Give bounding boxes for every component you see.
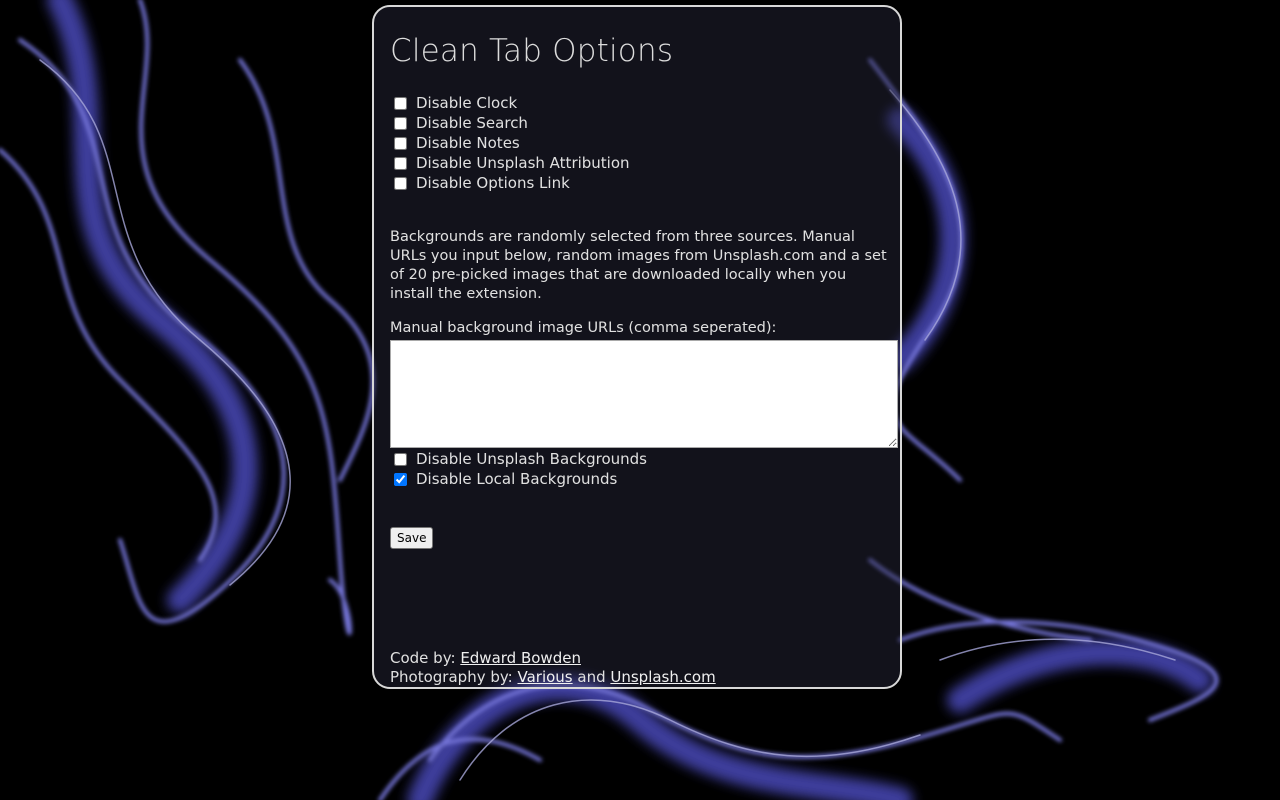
option-label: Disable Unsplash Attribution xyxy=(416,154,630,172)
disable-unsplash-backgrounds-checkbox[interactable] xyxy=(394,452,407,466)
disable-options-link-checkbox[interactable] xyxy=(394,176,407,190)
option-disable-options-link[interactable]: Disable Options Link xyxy=(391,173,570,193)
photo-credit-and: and xyxy=(572,668,611,686)
unsplash-link[interactable]: Unsplash.com xyxy=(610,668,715,686)
option-disable-unsplash-attribution[interactable]: Disable Unsplash Attribution xyxy=(391,153,630,173)
option-disable-clock[interactable]: Disable Clock xyxy=(391,93,517,113)
page-title: Clean Tab Options xyxy=(390,33,674,69)
save-button[interactable]: Save xyxy=(390,527,434,549)
code-credit: Code by: Edward Bowden xyxy=(390,649,581,667)
various-link[interactable]: Various xyxy=(517,668,572,686)
option-label: Disable Notes xyxy=(416,134,520,152)
option-disable-notes[interactable]: Disable Notes xyxy=(391,133,520,153)
option-label: Disable Unsplash Backgrounds xyxy=(416,450,647,468)
backgrounds-description: Backgrounds are randomly selected from t… xyxy=(390,229,887,302)
disable-search-checkbox[interactable] xyxy=(394,116,407,130)
options-panel: Clean Tab Options Disable Clock Disable … xyxy=(372,5,902,689)
option-disable-unsplash-backgrounds[interactable]: Disable Unsplash Backgrounds xyxy=(391,449,647,469)
option-disable-search[interactable]: Disable Search xyxy=(391,113,528,133)
disable-local-backgrounds-checkbox[interactable] xyxy=(394,472,407,486)
manual-urls-textarea[interactable] xyxy=(390,340,898,448)
photo-credit-prefix: Photography by: xyxy=(390,668,518,686)
disable-notes-checkbox[interactable] xyxy=(394,136,407,150)
option-label: Disable Options Link xyxy=(416,174,570,192)
option-disable-local-backgrounds[interactable]: Disable Local Backgrounds xyxy=(391,469,617,489)
option-label: Disable Clock xyxy=(416,94,518,112)
disable-clock-checkbox[interactable] xyxy=(394,96,407,110)
edward-bowden-link[interactable]: Edward Bowden xyxy=(460,649,581,667)
manual-urls-label: Manual background image URLs (comma sepe… xyxy=(390,320,777,336)
option-label: Disable Local Backgrounds xyxy=(416,470,618,488)
photo-credit: Photography by: Various and Unsplash.com xyxy=(390,668,716,686)
disable-unsplash-attribution-checkbox[interactable] xyxy=(394,156,407,170)
code-credit-prefix: Code by: xyxy=(390,649,461,667)
option-label: Disable Search xyxy=(416,114,528,132)
